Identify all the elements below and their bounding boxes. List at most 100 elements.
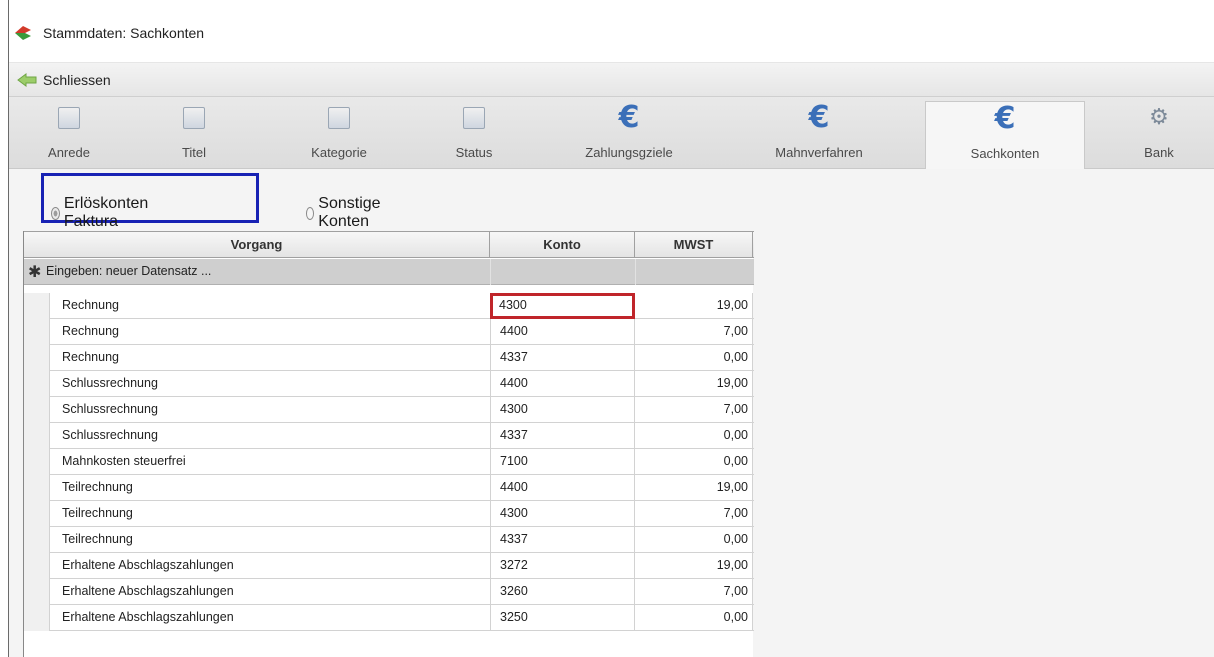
cell-konto[interactable]: 4300: [490, 293, 635, 319]
cell-vorgang[interactable]: Rechnung: [62, 324, 119, 338]
cell-vorgang[interactable]: Schlussrechnung: [62, 402, 158, 416]
row-selector[interactable]: [24, 293, 50, 319]
tab-bank[interactable]: ⚙ Bank: [1114, 101, 1204, 169]
cell-mwst[interactable]: 7,00: [635, 501, 753, 527]
column-header-vorgang[interactable]: Vorgang: [24, 232, 490, 258]
cell-konto[interactable]: 7100: [490, 449, 635, 475]
tab-label: Anrede: [48, 145, 90, 160]
cell-konto[interactable]: 4300: [490, 501, 635, 527]
table-row[interactable]: Rechnung 4300 19,00: [24, 293, 754, 319]
row-selector[interactable]: [24, 501, 50, 527]
person-card-icon: [183, 107, 205, 129]
person-card-icon: [328, 107, 350, 129]
cell-vorgang[interactable]: Erhaltene Abschlagszahlungen: [62, 584, 234, 598]
cell-vorgang[interactable]: Erhaltene Abschlagszahlungen: [62, 558, 234, 572]
table-row[interactable]: Teilrechnung 4400 19,00: [24, 475, 754, 501]
table-row[interactable]: Schlussrechnung 4300 7,00: [24, 397, 754, 423]
tab-zahlungsziele[interactable]: € Zahlungsgziele: [554, 101, 704, 169]
euro-icon: €: [994, 101, 1016, 136]
cell-konto[interactable]: 3272: [490, 553, 635, 579]
tab-titel[interactable]: Titel: [144, 101, 244, 169]
cell-mwst[interactable]: 19,00: [635, 553, 753, 579]
euro-icon: €: [808, 100, 830, 135]
table-row[interactable]: Teilrechnung 4300 7,00: [24, 501, 754, 527]
column-header-mwst[interactable]: MWST: [635, 232, 753, 258]
row-selector[interactable]: [24, 371, 50, 397]
toolbar: Schliessen: [9, 63, 1214, 97]
row-selector[interactable]: [24, 319, 50, 345]
euro-icon: €: [618, 100, 640, 135]
app-logo-icon: [15, 26, 31, 40]
table-row[interactable]: Erhaltene Abschlagszahlungen 3250 0,00: [24, 605, 754, 631]
cell-konto[interactable]: 4337: [490, 527, 635, 553]
title-bar: Stammdaten: Sachkonten: [9, 0, 1214, 63]
cell-vorgang[interactable]: Teilrechnung: [62, 532, 133, 546]
cell-konto[interactable]: 4300: [490, 397, 635, 423]
cell-mwst[interactable]: 0,00: [635, 423, 753, 449]
cell-mwst[interactable]: 19,00: [635, 293, 753, 319]
grid-header: Vorgang Konto MWST: [24, 231, 754, 258]
tab-label: Sachkonten: [970, 146, 1040, 161]
column-separator: [490, 259, 491, 285]
cell-vorgang[interactable]: Schlussrechnung: [62, 428, 158, 442]
tab-sachkonten[interactable]: € Sachkonten: [925, 101, 1085, 169]
radio-sonstige-konten[interactable]: Sonstige Konten: [306, 195, 385, 231]
back-arrow-icon[interactable]: [17, 72, 37, 88]
table-row[interactable]: Mahnkosten steuerfrei 7100 0,00: [24, 449, 754, 475]
new-record-row[interactable]: ✱ Eingeben: neuer Datensatz ...: [24, 259, 754, 285]
cell-mwst[interactable]: 7,00: [635, 319, 753, 345]
grid-rows: Rechnung 4300 19,00 Rechnung 4400 7,00 Rechnun…: [24, 293, 754, 631]
row-selector[interactable]: [24, 579, 50, 605]
cell-mwst[interactable]: 0,00: [635, 527, 753, 553]
tab-status[interactable]: Status: [424, 101, 524, 169]
cell-vorgang[interactable]: Teilrechnung: [62, 506, 133, 520]
cell-konto[interactable]: 3250: [490, 605, 635, 631]
tab-mahnverfahren[interactable]: € Mahnverfahren: [744, 101, 894, 169]
table-row[interactable]: Schlussrechnung 4400 19,00: [24, 371, 754, 397]
person-card-icon: [58, 107, 80, 129]
row-selector[interactable]: [24, 345, 50, 371]
row-selector[interactable]: [24, 397, 50, 423]
cell-konto[interactable]: 4400: [490, 371, 635, 397]
row-selector[interactable]: [24, 527, 50, 553]
cell-vorgang[interactable]: Rechnung: [62, 350, 119, 364]
tab-label: Mahnverfahren: [775, 145, 863, 160]
table-row[interactable]: Schlussrechnung 4337 0,00: [24, 423, 754, 449]
cell-mwst[interactable]: 7,00: [635, 579, 753, 605]
table-row[interactable]: Erhaltene Abschlagszahlungen 3260 7,00: [24, 579, 754, 605]
cell-mwst[interactable]: 7,00: [635, 397, 753, 423]
radio-selected-indicator: [51, 206, 60, 220]
tab-anrede[interactable]: Anrede: [19, 101, 119, 169]
cell-konto[interactable]: 4337: [490, 345, 635, 371]
row-selector[interactable]: [24, 423, 50, 449]
cell-vorgang[interactable]: Mahnkosten steuerfrei: [62, 454, 186, 468]
cell-konto[interactable]: 3260: [490, 579, 635, 605]
row-selector[interactable]: [24, 475, 50, 501]
cell-mwst[interactable]: 19,00: [635, 475, 753, 501]
cell-vorgang[interactable]: Erhaltene Abschlagszahlungen: [62, 610, 234, 624]
cell-vorgang[interactable]: Rechnung: [62, 298, 119, 312]
row-selector[interactable]: [24, 449, 50, 475]
table-row[interactable]: Erhaltene Abschlagszahlungen 3272 19,00: [24, 553, 754, 579]
cell-mwst[interactable]: 0,00: [635, 605, 753, 631]
radio-erloeskonten[interactable]: Erlöskonten Faktura: [51, 195, 153, 231]
cell-mwst[interactable]: 0,00: [635, 449, 753, 475]
cell-mwst[interactable]: 19,00: [635, 371, 753, 397]
table-row[interactable]: Teilrechnung 4337 0,00: [24, 527, 754, 553]
radio-label: Erlöskonten Faktura: [63, 195, 149, 230]
cell-mwst[interactable]: 0,00: [635, 345, 753, 371]
tab-kategorie[interactable]: Kategorie: [284, 101, 394, 169]
cell-konto[interactable]: 4337: [490, 423, 635, 449]
row-selector[interactable]: [24, 605, 50, 631]
column-header-konto[interactable]: Konto: [490, 232, 635, 258]
cell-konto[interactable]: 4400: [490, 475, 635, 501]
column-separator: [635, 259, 636, 285]
cell-konto[interactable]: 4400: [490, 319, 635, 345]
table-row[interactable]: Rechnung 4400 7,00: [24, 319, 754, 345]
cell-vorgang[interactable]: Teilrechnung: [62, 480, 133, 494]
cell-vorgang[interactable]: Schlussrechnung: [62, 376, 158, 390]
close-button[interactable]: Schliessen: [43, 72, 111, 88]
row-selector[interactable]: [24, 553, 50, 579]
new-row-label: Eingeben: neuer Datensatz ...: [46, 264, 212, 278]
table-row[interactable]: Rechnung 4337 0,00: [24, 345, 754, 371]
